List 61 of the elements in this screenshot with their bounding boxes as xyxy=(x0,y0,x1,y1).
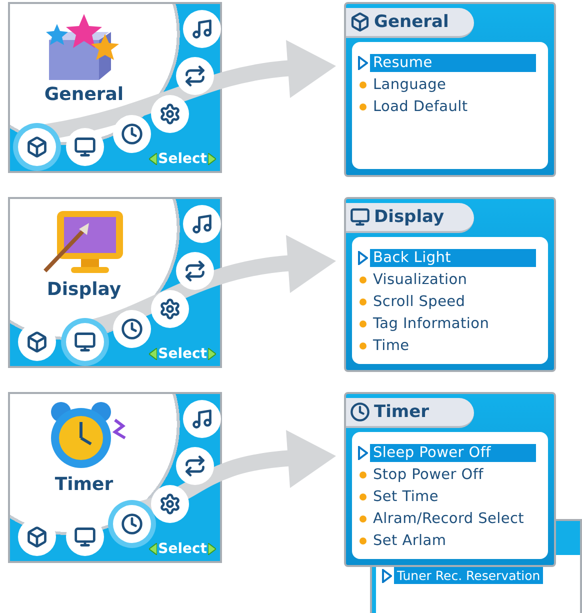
menu-item[interactable]: Load Default xyxy=(370,98,536,116)
menu-icon-button[interactable] xyxy=(151,485,189,523)
repeat-icon xyxy=(184,65,206,87)
menu-item[interactable]: Tag Information xyxy=(370,314,536,332)
menu-icon-button[interactable] xyxy=(176,252,214,290)
left-triangle-icon xyxy=(149,153,158,165)
monitor-icon xyxy=(74,331,96,353)
menu-icon-button[interactable] xyxy=(176,57,214,95)
select-label: Select xyxy=(158,151,207,167)
menu-item[interactable]: Visualization xyxy=(370,270,536,288)
menu-icon-button[interactable] xyxy=(176,447,214,485)
cube-icon xyxy=(26,136,48,158)
menu-item[interactable]: Alram/Record Select xyxy=(370,510,536,528)
submenu-title: Display xyxy=(374,207,444,227)
settings-icon xyxy=(159,103,181,125)
submenu-title: Timer xyxy=(374,402,430,422)
submenu-title: General xyxy=(374,12,449,32)
repeat-icon xyxy=(184,455,206,477)
menu-icon-button[interactable] xyxy=(66,128,104,166)
menu-icon-button[interactable] xyxy=(183,10,221,48)
clock-icon xyxy=(350,402,370,422)
menu-title: Display xyxy=(46,279,122,300)
menu-icon-button[interactable] xyxy=(113,115,151,153)
menu-title: General xyxy=(44,84,124,105)
music-note-icon xyxy=(191,213,213,235)
menu-icon-button[interactable] xyxy=(113,310,151,348)
music-note-icon xyxy=(191,18,213,40)
menu-icon-button[interactable] xyxy=(183,400,221,438)
settings-icon xyxy=(159,493,181,515)
menu-item[interactable]: Scroll Speed xyxy=(370,292,536,310)
select-label: Select xyxy=(158,541,207,557)
menu-icon-button[interactable] xyxy=(151,95,189,133)
monitor-icon xyxy=(74,526,96,548)
clock-icon xyxy=(121,123,143,145)
menu-item[interactable]: Set Arlam xyxy=(370,532,536,550)
cube-icon xyxy=(350,12,370,32)
menu-icon-button[interactable] xyxy=(113,505,151,543)
menu-icon-button[interactable] xyxy=(66,323,104,361)
repeat-icon xyxy=(184,260,206,282)
cube-icon xyxy=(26,331,48,353)
menu-title: Timer xyxy=(54,474,114,495)
left-triangle-icon xyxy=(149,543,158,555)
right-triangle-icon xyxy=(208,543,216,555)
left-triangle-icon xyxy=(149,348,158,360)
clock-icon xyxy=(121,318,143,340)
menu-icon-button[interactable] xyxy=(151,290,189,328)
monitor-icon xyxy=(350,207,370,227)
select-label: Select xyxy=(158,346,207,362)
menu-icon-button[interactable] xyxy=(18,128,56,166)
right-triangle-icon xyxy=(208,153,216,165)
menu-item[interactable]: Stop Power Off xyxy=(370,466,536,484)
menu-item[interactable]: Language xyxy=(370,76,536,94)
music-note-icon xyxy=(191,408,213,430)
menu-item[interactable]: Set Time xyxy=(370,488,536,506)
menu-item[interactable]: Time xyxy=(370,336,536,354)
menu-icon-button[interactable] xyxy=(183,205,221,243)
right-triangle-icon xyxy=(208,348,216,360)
clock-icon xyxy=(121,513,143,535)
cube-icon xyxy=(26,526,48,548)
settings-icon xyxy=(159,298,181,320)
monitor-icon xyxy=(74,136,96,158)
